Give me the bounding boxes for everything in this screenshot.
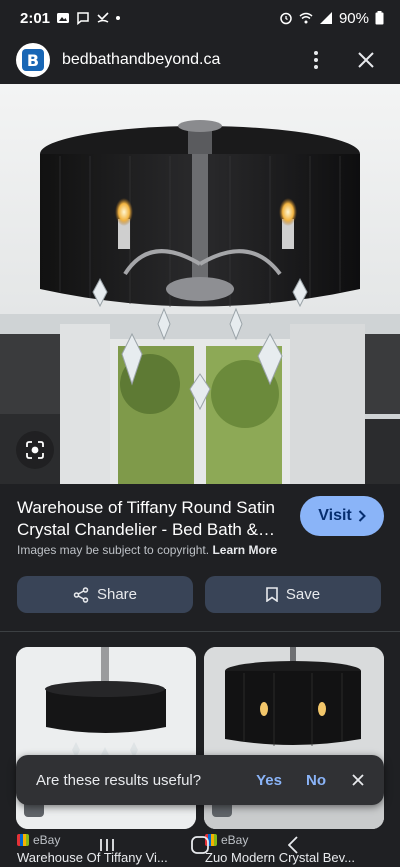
- feedback-yes-button[interactable]: Yes: [244, 772, 294, 789]
- close-button[interactable]: [348, 42, 384, 78]
- app-bar: B bedbathandbeyond.ca: [0, 36, 400, 84]
- site-url[interactable]: bedbathandbeyond.ca: [62, 51, 298, 69]
- home-button[interactable]: [178, 825, 222, 865]
- site-logo-letter: B: [22, 49, 44, 71]
- share-label: Share: [96, 586, 138, 603]
- battery-icon: [375, 11, 384, 25]
- back-icon: [288, 835, 298, 854]
- gallery-notification-icon: [57, 13, 70, 23]
- signal-icon: [319, 12, 332, 24]
- share-button[interactable]: Share: [17, 576, 193, 613]
- chandelier-image: [0, 84, 400, 484]
- close-icon: [352, 774, 364, 786]
- google-lens-icon: [26, 441, 44, 459]
- message-notification-icon: [77, 12, 89, 25]
- ebay-favicon-icon: [17, 834, 29, 846]
- learn-more-link[interactable]: Learn More: [212, 543, 277, 557]
- wifi-icon: [299, 12, 313, 24]
- result-image[interactable]: [0, 84, 400, 484]
- visit-button[interactable]: Visit: [300, 496, 384, 536]
- missed-call-icon: [97, 12, 109, 23]
- more-options-button[interactable]: [298, 42, 334, 78]
- more-vert-icon: [314, 51, 318, 69]
- home-icon: [191, 835, 209, 854]
- copyright-notice: Images may be subject to copyright. Lear…: [17, 543, 277, 557]
- feedback-no-button[interactable]: No: [294, 772, 338, 789]
- recents-button[interactable]: [85, 825, 129, 865]
- divider: [0, 631, 400, 632]
- feedback-question: Are these results useful?: [36, 771, 202, 789]
- more-notifications-dot: [116, 16, 121, 20]
- share-icon: [73, 586, 89, 603]
- bookmark-icon: [266, 587, 278, 602]
- card-source: eBay: [17, 833, 60, 847]
- card-source-label: eBay: [33, 833, 61, 847]
- status-time: 2:01: [20, 9, 51, 27]
- lens-search-button[interactable]: [16, 431, 54, 469]
- chevron-right-icon: [358, 510, 366, 522]
- recents-icon: [99, 838, 114, 851]
- visit-label: Visit: [318, 507, 352, 524]
- result-title[interactable]: Warehouse of Tiffany Round Satin Crystal…: [17, 497, 287, 541]
- save-button[interactable]: Save: [205, 576, 381, 613]
- back-button[interactable]: [271, 825, 315, 865]
- battery-percent: 90%: [338, 9, 369, 27]
- feedback-prompt: Are these results useful? Yes No: [16, 755, 384, 805]
- close-icon: [358, 52, 374, 68]
- feedback-close-button[interactable]: [338, 760, 378, 800]
- save-label: Save: [285, 586, 321, 603]
- copyright-text: Images may be subject to copyright.: [17, 543, 210, 557]
- alarm-icon: [280, 12, 292, 25]
- status-bar: 2:01 90%: [0, 0, 400, 36]
- card-source-label: eBay: [221, 833, 249, 847]
- site-logo: B: [16, 43, 50, 77]
